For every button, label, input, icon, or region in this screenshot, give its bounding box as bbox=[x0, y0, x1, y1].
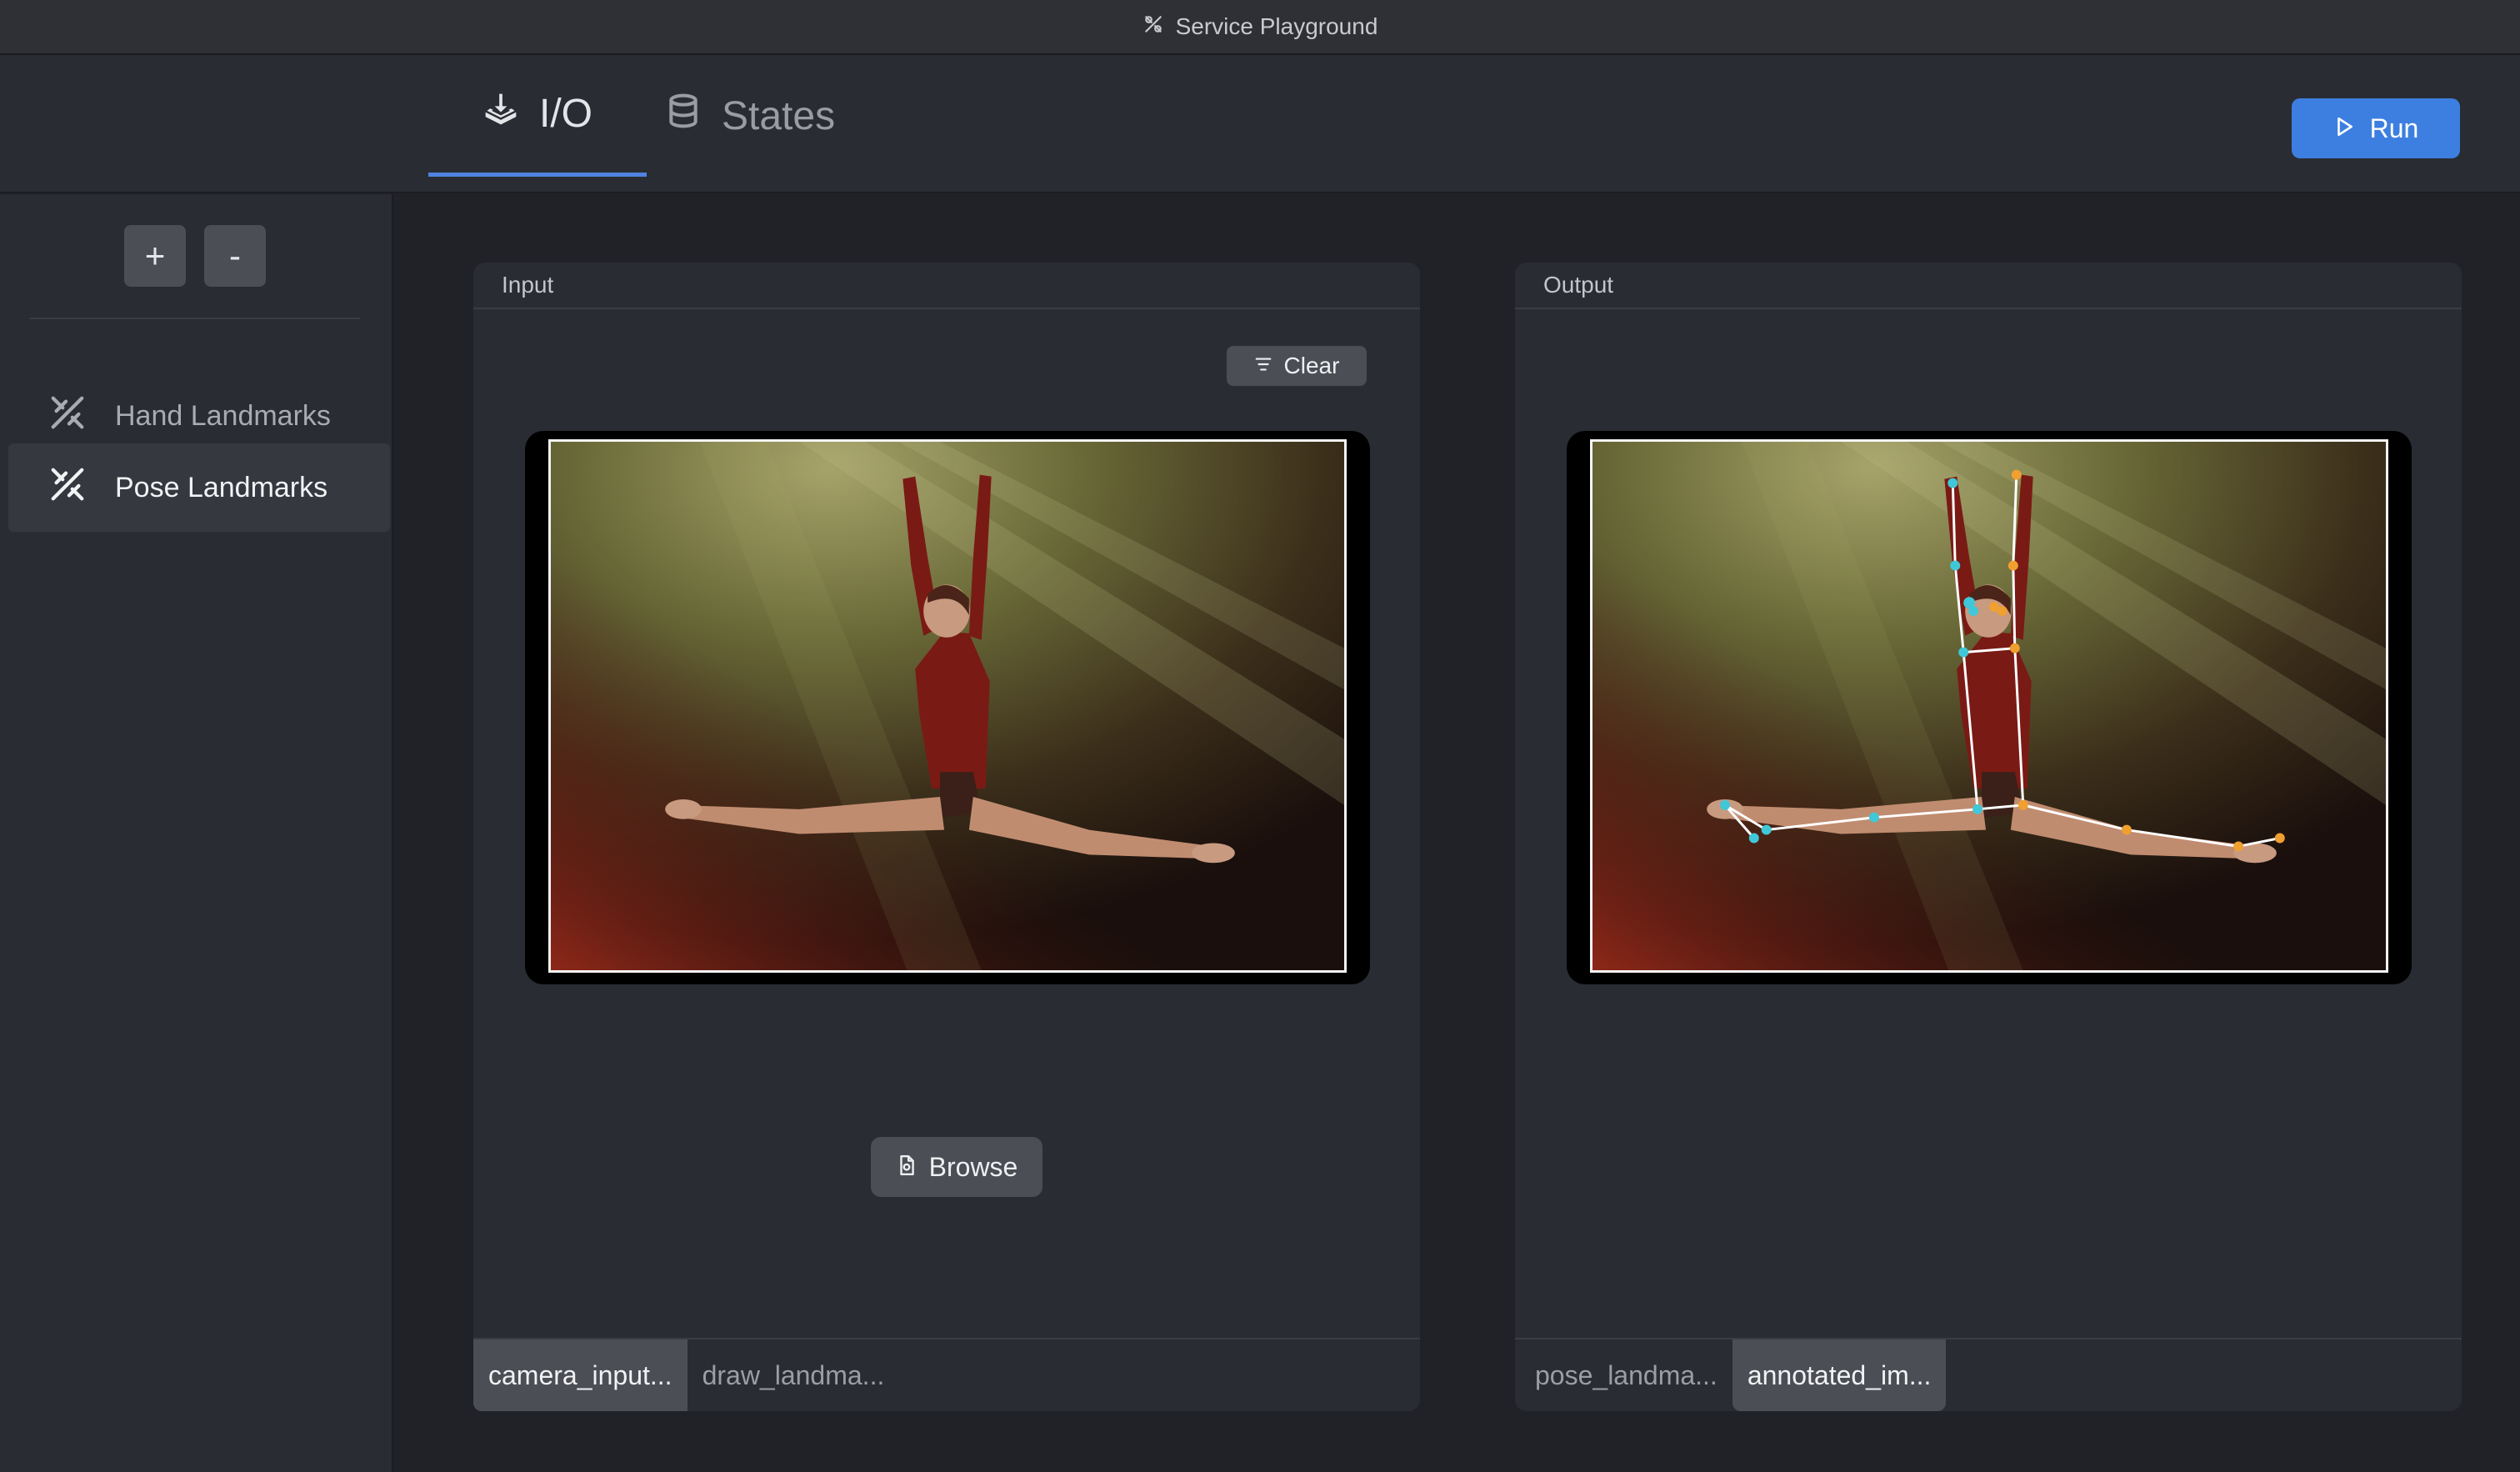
sidebar: + - Hand Landmarks Pose Landmarks bbox=[0, 194, 393, 1472]
run-button-label: Run bbox=[2369, 113, 2419, 143]
io-download-icon bbox=[482, 91, 519, 138]
browse-button-label: Browse bbox=[928, 1151, 1018, 1182]
output-image-frame bbox=[1567, 431, 2412, 984]
sidebar-item-pose-landmarks[interactable]: Pose Landmarks bbox=[8, 443, 390, 532]
input-image[interactable] bbox=[548, 439, 1347, 973]
pose-landmarks-icon bbox=[1142, 13, 1164, 41]
input-port-tabs: camera_input... draw_landma... bbox=[473, 1338, 1420, 1411]
output-panel: Output pose_landma... annotated_im... bbox=[1515, 263, 2462, 1411]
tab-states-label: States bbox=[722, 93, 836, 138]
sidebar-item-label: Hand Landmarks bbox=[115, 399, 331, 432]
run-button[interactable]: Run bbox=[2292, 98, 2460, 158]
landmarks-icon bbox=[48, 393, 87, 439]
clear-button[interactable]: Clear bbox=[1227, 346, 1367, 386]
output-port-tabs: pose_landma... annotated_im... bbox=[1515, 1338, 2462, 1411]
main-content: Input Clear Browse camera_input... draw_… bbox=[395, 194, 2520, 1472]
port-tab-pose-landmarks[interactable]: pose_landma... bbox=[1515, 1339, 1732, 1411]
landmarks-icon bbox=[48, 465, 87, 511]
tab-io[interactable]: I/O bbox=[428, 55, 647, 177]
list-icon bbox=[1254, 353, 1272, 379]
top-bar: I/O States Run bbox=[0, 55, 2520, 193]
input-image-frame bbox=[525, 431, 1370, 984]
window-titlebar: Service Playground bbox=[0, 0, 2520, 55]
clear-button-label: Clear bbox=[1283, 353, 1340, 378]
port-tab-annotated-image[interactable]: annotated_im... bbox=[1732, 1339, 1947, 1411]
output-panel-title: Output bbox=[1515, 263, 2462, 309]
play-icon bbox=[2333, 113, 2355, 144]
file-icon bbox=[896, 1152, 918, 1183]
port-tab-camera-input[interactable]: camera_input... bbox=[473, 1339, 688, 1411]
sidebar-item-label: Pose Landmarks bbox=[115, 471, 328, 503]
output-image[interactable] bbox=[1590, 439, 2388, 973]
input-panel: Input Clear Browse camera_input... draw_… bbox=[473, 263, 1420, 1411]
window-title: Service Playground bbox=[1175, 13, 1378, 39]
input-panel-title: Input bbox=[473, 263, 1420, 309]
remove-button[interactable]: - bbox=[204, 225, 266, 287]
sidebar-divider bbox=[30, 318, 360, 319]
port-tab-draw-landmarks[interactable]: draw_landma... bbox=[688, 1339, 900, 1411]
database-icon bbox=[665, 93, 702, 139]
tab-io-label: I/O bbox=[538, 92, 592, 136]
tab-states[interactable]: States bbox=[665, 55, 835, 177]
add-button[interactable]: + bbox=[124, 225, 186, 287]
browse-button[interactable]: Browse bbox=[871, 1137, 1042, 1197]
